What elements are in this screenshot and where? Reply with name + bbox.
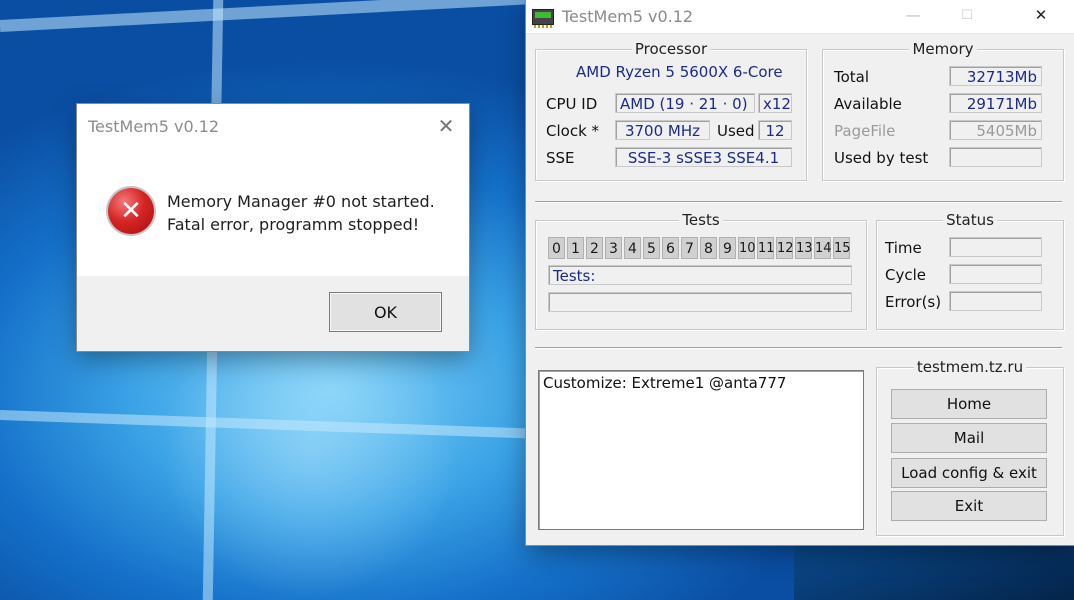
time-label: Time bbox=[885, 239, 922, 257]
mail-button[interactable]: Mail bbox=[891, 423, 1047, 453]
testmem-titlebar[interactable]: TestMem5 v0.12 — ☐ ✕ bbox=[526, 0, 1074, 34]
window-title: TestMem5 v0.12 bbox=[562, 7, 694, 26]
used-threads-label: Used bbox=[717, 122, 755, 140]
sse-label: SSE bbox=[546, 149, 575, 167]
test-number-0: 0 bbox=[548, 237, 565, 259]
maximize-button[interactable]: ☐ bbox=[944, 0, 990, 30]
close-button[interactable]: ✕ bbox=[1018, 0, 1064, 30]
separator bbox=[535, 347, 1062, 349]
test-number-8: 8 bbox=[700, 237, 717, 259]
memory-chip-icon bbox=[532, 8, 554, 28]
memory-group-title: Memory bbox=[909, 40, 977, 58]
load-config-exit-button[interactable]: Load config & exit bbox=[891, 458, 1047, 488]
test-number-15: 15 bbox=[833, 237, 851, 259]
dialog-message: Memory Manager #0 not started. Fatal err… bbox=[167, 190, 435, 236]
cpu-id-field: AMD (19 · 21 · 0) bbox=[615, 93, 755, 113]
cpu-name: AMD Ryzen 5 5600X 6-Core bbox=[576, 63, 783, 81]
test-number-6: 6 bbox=[662, 237, 679, 259]
used-threads-field: 12 bbox=[758, 120, 792, 140]
home-button[interactable]: Home bbox=[891, 389, 1047, 419]
used-by-test-field bbox=[949, 147, 1042, 167]
available-memory-label: Available bbox=[834, 95, 902, 113]
test-number-11: 11 bbox=[757, 237, 775, 259]
test-number-9: 9 bbox=[719, 237, 736, 259]
error-dialog: TestMem5 v0.12 ✕ ✕ Memory Manager #0 not… bbox=[77, 104, 469, 351]
tests-group-title: Tests bbox=[679, 211, 723, 229]
errors-label: Error(s) bbox=[885, 293, 942, 311]
dialog-footer: OK bbox=[77, 276, 469, 351]
test-number-7: 7 bbox=[681, 237, 698, 259]
cpu-id-label: CPU ID bbox=[546, 95, 598, 113]
ok-button[interactable]: OK bbox=[329, 292, 442, 332]
minimize-button[interactable]: — bbox=[890, 0, 936, 30]
links-group-title: testmem.tz.ru bbox=[913, 358, 1027, 376]
dialog-title: TestMem5 v0.12 bbox=[88, 116, 220, 136]
used-by-test-label: Used by test bbox=[834, 149, 929, 167]
dialog-titlebar[interactable]: TestMem5 v0.12 ✕ bbox=[77, 104, 469, 148]
log-text: Customize: Extreme1 @anta777 bbox=[543, 374, 787, 392]
test-number-13: 13 bbox=[795, 237, 813, 259]
message-line-2: Fatal error, programm stopped! bbox=[167, 215, 420, 234]
test-number-10: 10 bbox=[738, 237, 756, 259]
pagefile-field: 5405Mb bbox=[949, 120, 1042, 140]
exit-button[interactable]: Exit bbox=[891, 491, 1047, 521]
processor-group-title: Processor bbox=[631, 40, 711, 58]
cycle-field bbox=[949, 264, 1042, 284]
test-number-14: 14 bbox=[814, 237, 832, 259]
error-icon: ✕ bbox=[108, 188, 154, 234]
threads-field: x12 bbox=[758, 93, 792, 113]
clock-field: 3700 MHz bbox=[615, 120, 710, 140]
dialog-body: ✕ Memory Manager #0 not started. Fatal e… bbox=[77, 148, 469, 276]
available-memory-field: 29171Mb bbox=[949, 93, 1042, 113]
total-memory-field: 32713Mb bbox=[949, 66, 1042, 86]
message-line-1: Memory Manager #0 not started. bbox=[167, 192, 435, 211]
test-number-1: 1 bbox=[567, 237, 584, 259]
separator bbox=[535, 201, 1062, 203]
log-textarea[interactable]: Customize: Extreme1 @anta777 bbox=[538, 370, 864, 530]
total-memory-label: Total bbox=[834, 68, 870, 86]
close-icon: ✕ bbox=[437, 114, 455, 138]
sse-field: SSE-3 sSSE3 SSE4.1 bbox=[615, 147, 792, 167]
tests-progress-field bbox=[548, 292, 852, 312]
clock-label: Clock * bbox=[546, 122, 600, 140]
dialog-close-button[interactable]: ✕ bbox=[423, 104, 469, 148]
cycle-label: Cycle bbox=[885, 266, 926, 284]
error-x-glyph: ✕ bbox=[120, 196, 142, 226]
test-number-4: 4 bbox=[624, 237, 641, 259]
status-group-title: Status bbox=[943, 211, 997, 229]
errors-field bbox=[949, 291, 1042, 311]
wallpaper-window-frame bbox=[0, 0, 560, 32]
test-number-12: 12 bbox=[776, 237, 794, 259]
test-number-5: 5 bbox=[643, 237, 660, 259]
time-field bbox=[949, 237, 1042, 257]
test-number-2: 2 bbox=[586, 237, 603, 259]
test-number-3: 3 bbox=[605, 237, 622, 259]
pagefile-label: PageFile bbox=[834, 122, 896, 140]
tests-field: Tests: bbox=[548, 265, 852, 285]
